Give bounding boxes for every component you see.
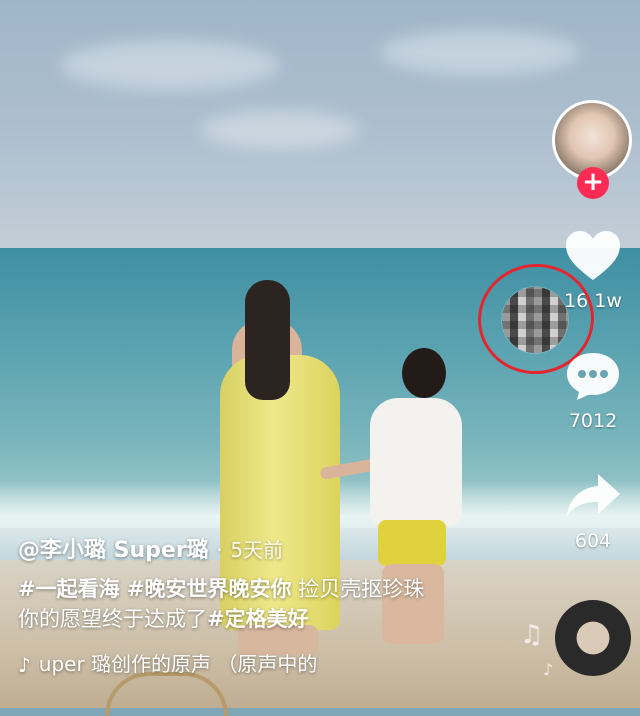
description-text: 捡贝壳抠珍珠 — [291, 577, 425, 601]
follow-button[interactable]: + — [577, 167, 609, 199]
comment-count: 7012 — [568, 410, 618, 432]
music-disc[interactable] — [555, 600, 631, 676]
plus-icon: + — [582, 167, 604, 197]
heart-icon — [566, 231, 620, 280]
hashtags[interactable]: #一起看海 #晚安世界晚安你 — [18, 577, 292, 601]
video-overlay: + 16.1w 7012 604 @李小璐 Super璐 · 5天前 #一起看海… — [0, 0, 640, 708]
comment-icon — [567, 353, 619, 400]
hashtag[interactable]: #定格美好 — [207, 607, 309, 631]
description-line-1: #一起看海 #晚安世界晚安你 捡贝壳抠珍珠 — [18, 573, 424, 603]
author-line: @李小璐 Super璐 · 5天前 — [18, 532, 283, 564]
author-name[interactable]: @李小璐 Super璐 — [18, 538, 209, 563]
description-text: 你的愿望终于达成了 — [18, 607, 207, 631]
separator: · — [216, 538, 223, 562]
music-note-icon: ♪ — [543, 660, 554, 679]
share-count: 604 — [574, 530, 612, 552]
share-button[interactable]: 604 — [553, 470, 633, 552]
comment-button[interactable]: 7012 — [553, 350, 633, 432]
share-icon — [567, 474, 620, 516]
tiktok-note-icon: ♪ — [18, 653, 31, 677]
post-time: 5天前 — [230, 538, 284, 562]
description-line-2: 你的愿望终于达成了#定格美好 — [18, 603, 309, 633]
music-line[interactable]: ♪ uper 璐创作的原声 （原声中的 — [18, 648, 354, 677]
music-title: uper 璐创作的原声 （原声中的 — [38, 652, 318, 676]
music-note-icon: ♫ — [520, 620, 544, 650]
